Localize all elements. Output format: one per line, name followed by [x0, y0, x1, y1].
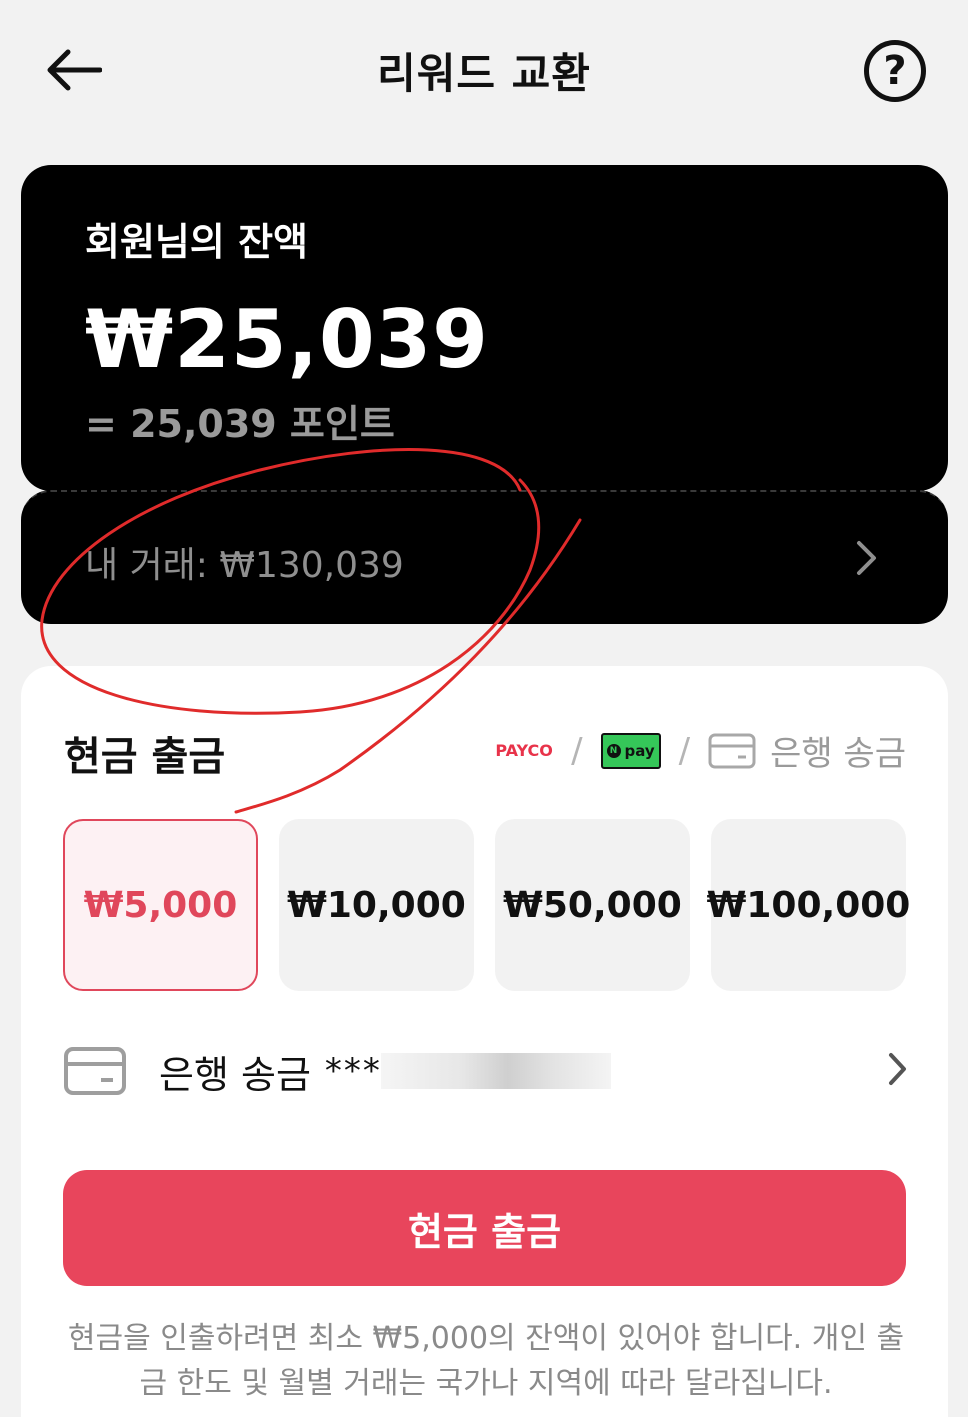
page-title: 리워드 교환: [377, 49, 591, 98]
chevron-right-icon: [889, 1053, 906, 1085]
cash-out-panel: 현금 출금 PAYCO / N pay / 은행 송금 ₩5,000 ₩10,0…: [21, 666, 948, 1417]
balance-label: 회원님의 잔액: [85, 220, 308, 264]
card-icon: [64, 1047, 126, 1095]
cash-out-button[interactable]: 현금 출금: [63, 1170, 906, 1286]
amount-option-10000[interactable]: ₩10,000: [279, 819, 474, 991]
card-icon: [708, 733, 756, 768]
npay-n-icon: N: [606, 743, 621, 758]
cash-out-title: 현금 출금: [64, 734, 226, 780]
cash-out-notice: 현금을 인출하려면 최소 ₩5,000의 잔액이 있어야 합니다. 개인 출금 …: [67, 1321, 905, 1401]
chevron-right-icon: [857, 541, 876, 575]
transactions-row[interactable]: 내 거래: ₩130,039: [21, 490, 948, 624]
redacted-account-number: [380, 1053, 611, 1089]
npay-label: pay: [624, 741, 655, 760]
question-icon: ?: [883, 48, 907, 94]
amount-options: ₩5,000 ₩10,000 ₩50,000 ₩100,000: [63, 819, 910, 991]
method-separator: /: [678, 730, 691, 771]
balance-points: = 25,039 포인트: [85, 402, 395, 446]
help-button[interactable]: ?: [864, 40, 926, 102]
payco-logo: PAYCO: [495, 741, 553, 760]
transactions-label: 내 거래: ₩130,039: [85, 545, 404, 586]
header: 리워드 교환 ?: [0, 0, 968, 140]
amount-option-5000[interactable]: ₩5,000: [63, 819, 258, 991]
balance-amount: ₩25,039: [85, 293, 489, 386]
bank-account-label: 은행 송금: [159, 1052, 311, 1097]
amount-option-100000[interactable]: ₩100,000: [707, 819, 910, 991]
bank-method-label: 은행 송금: [770, 734, 906, 774]
payout-methods: PAYCO / N pay / 은행 송금: [495, 726, 906, 775]
bank-method: 은행 송금: [708, 726, 906, 775]
balance-card: 회원님의 잔액 ₩25,039 = 25,039 포인트: [21, 165, 948, 491]
method-separator: /: [571, 730, 583, 771]
bank-account-row[interactable]: 은행 송금 ****: [63, 1036, 908, 1106]
npay-logo: N pay: [600, 732, 661, 769]
amount-option-50000[interactable]: ₩50,000: [495, 819, 690, 991]
